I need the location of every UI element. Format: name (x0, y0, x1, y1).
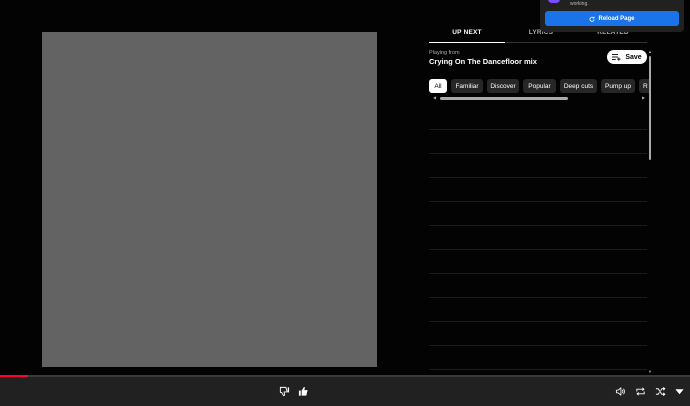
shuffle-icon (655, 387, 666, 396)
queue-row-divider (429, 153, 647, 154)
vertical-scroll-thumb[interactable] (649, 56, 651, 160)
queue-row-divider (429, 225, 647, 226)
queue-row-divider (429, 273, 647, 274)
chip-popular[interactable]: Popular (523, 79, 556, 93)
tabs-divider (505, 42, 647, 43)
save-button[interactable]: Save (607, 50, 647, 64)
queue-row-divider (429, 369, 647, 370)
chip-familiar[interactable]: Familiar (451, 79, 483, 93)
queue-panel: UP NEXT LYRICS RELATED Playing from Cryi… (429, 24, 652, 376)
queue-row-divider (429, 345, 647, 346)
scroll-down-icon[interactable]: ▼ (648, 370, 652, 374)
queue-vertical-scrollbar[interactable]: ▲ ▼ (648, 50, 652, 376)
chip-all[interactable]: All (429, 79, 447, 93)
queue-row-divider (429, 249, 647, 250)
volume-button[interactable] (614, 385, 627, 398)
reload-page-label: Reload Page (598, 15, 635, 22)
chip-pump-up[interactable]: Pump up (601, 79, 635, 93)
horizontal-scroll-thumb[interactable] (440, 97, 568, 100)
chips-horizontal-scrollbar[interactable]: ◀ ▶ (433, 96, 647, 100)
thumbs-down-icon (279, 386, 290, 397)
queue-row-divider (429, 129, 647, 130)
active-tab-indicator (429, 42, 505, 43)
reload-toast: working. Reload Page (540, 0, 684, 32)
album-art (42, 32, 377, 367)
tab-up-next[interactable]: UP NEXT (429, 29, 505, 36)
scroll-left-icon[interactable]: ◀ (433, 96, 436, 100)
toast-message: working. (570, 1, 589, 7)
extension-logo-icon (548, 0, 560, 3)
queue-row-divider (429, 321, 647, 322)
volume-icon (615, 387, 625, 396)
dislike-button[interactable] (278, 385, 291, 398)
chip-deep-cuts[interactable]: Deep cuts (560, 79, 597, 93)
scroll-up-icon[interactable]: ▲ (648, 50, 652, 54)
thumbs-up-icon (298, 386, 308, 396)
playing-from-label: Playing from (429, 50, 460, 56)
like-button[interactable] (297, 385, 310, 398)
triangle-down-icon (675, 389, 684, 395)
scroll-right-icon[interactable]: ▶ (642, 96, 645, 100)
expand-player-button[interactable] (673, 385, 686, 398)
repeat-icon (636, 387, 645, 396)
player-bar (0, 377, 690, 406)
queue-row-divider (429, 201, 647, 202)
filter-chips: All Familiar Discover Popular Deep cuts … (429, 79, 651, 93)
shuffle-button[interactable] (654, 385, 667, 398)
reload-page-button[interactable]: Reload Page (545, 11, 679, 26)
playlist-title[interactable]: Crying On The Dancefloor mix (429, 57, 537, 66)
refresh-icon (590, 16, 596, 22)
repeat-button[interactable] (634, 385, 647, 398)
queue-row-divider (429, 297, 647, 298)
chip-discover[interactable]: Discover (487, 79, 519, 93)
queue-row-divider (429, 177, 647, 178)
playlist-add-icon (612, 54, 621, 61)
save-button-label: Save (625, 53, 642, 61)
